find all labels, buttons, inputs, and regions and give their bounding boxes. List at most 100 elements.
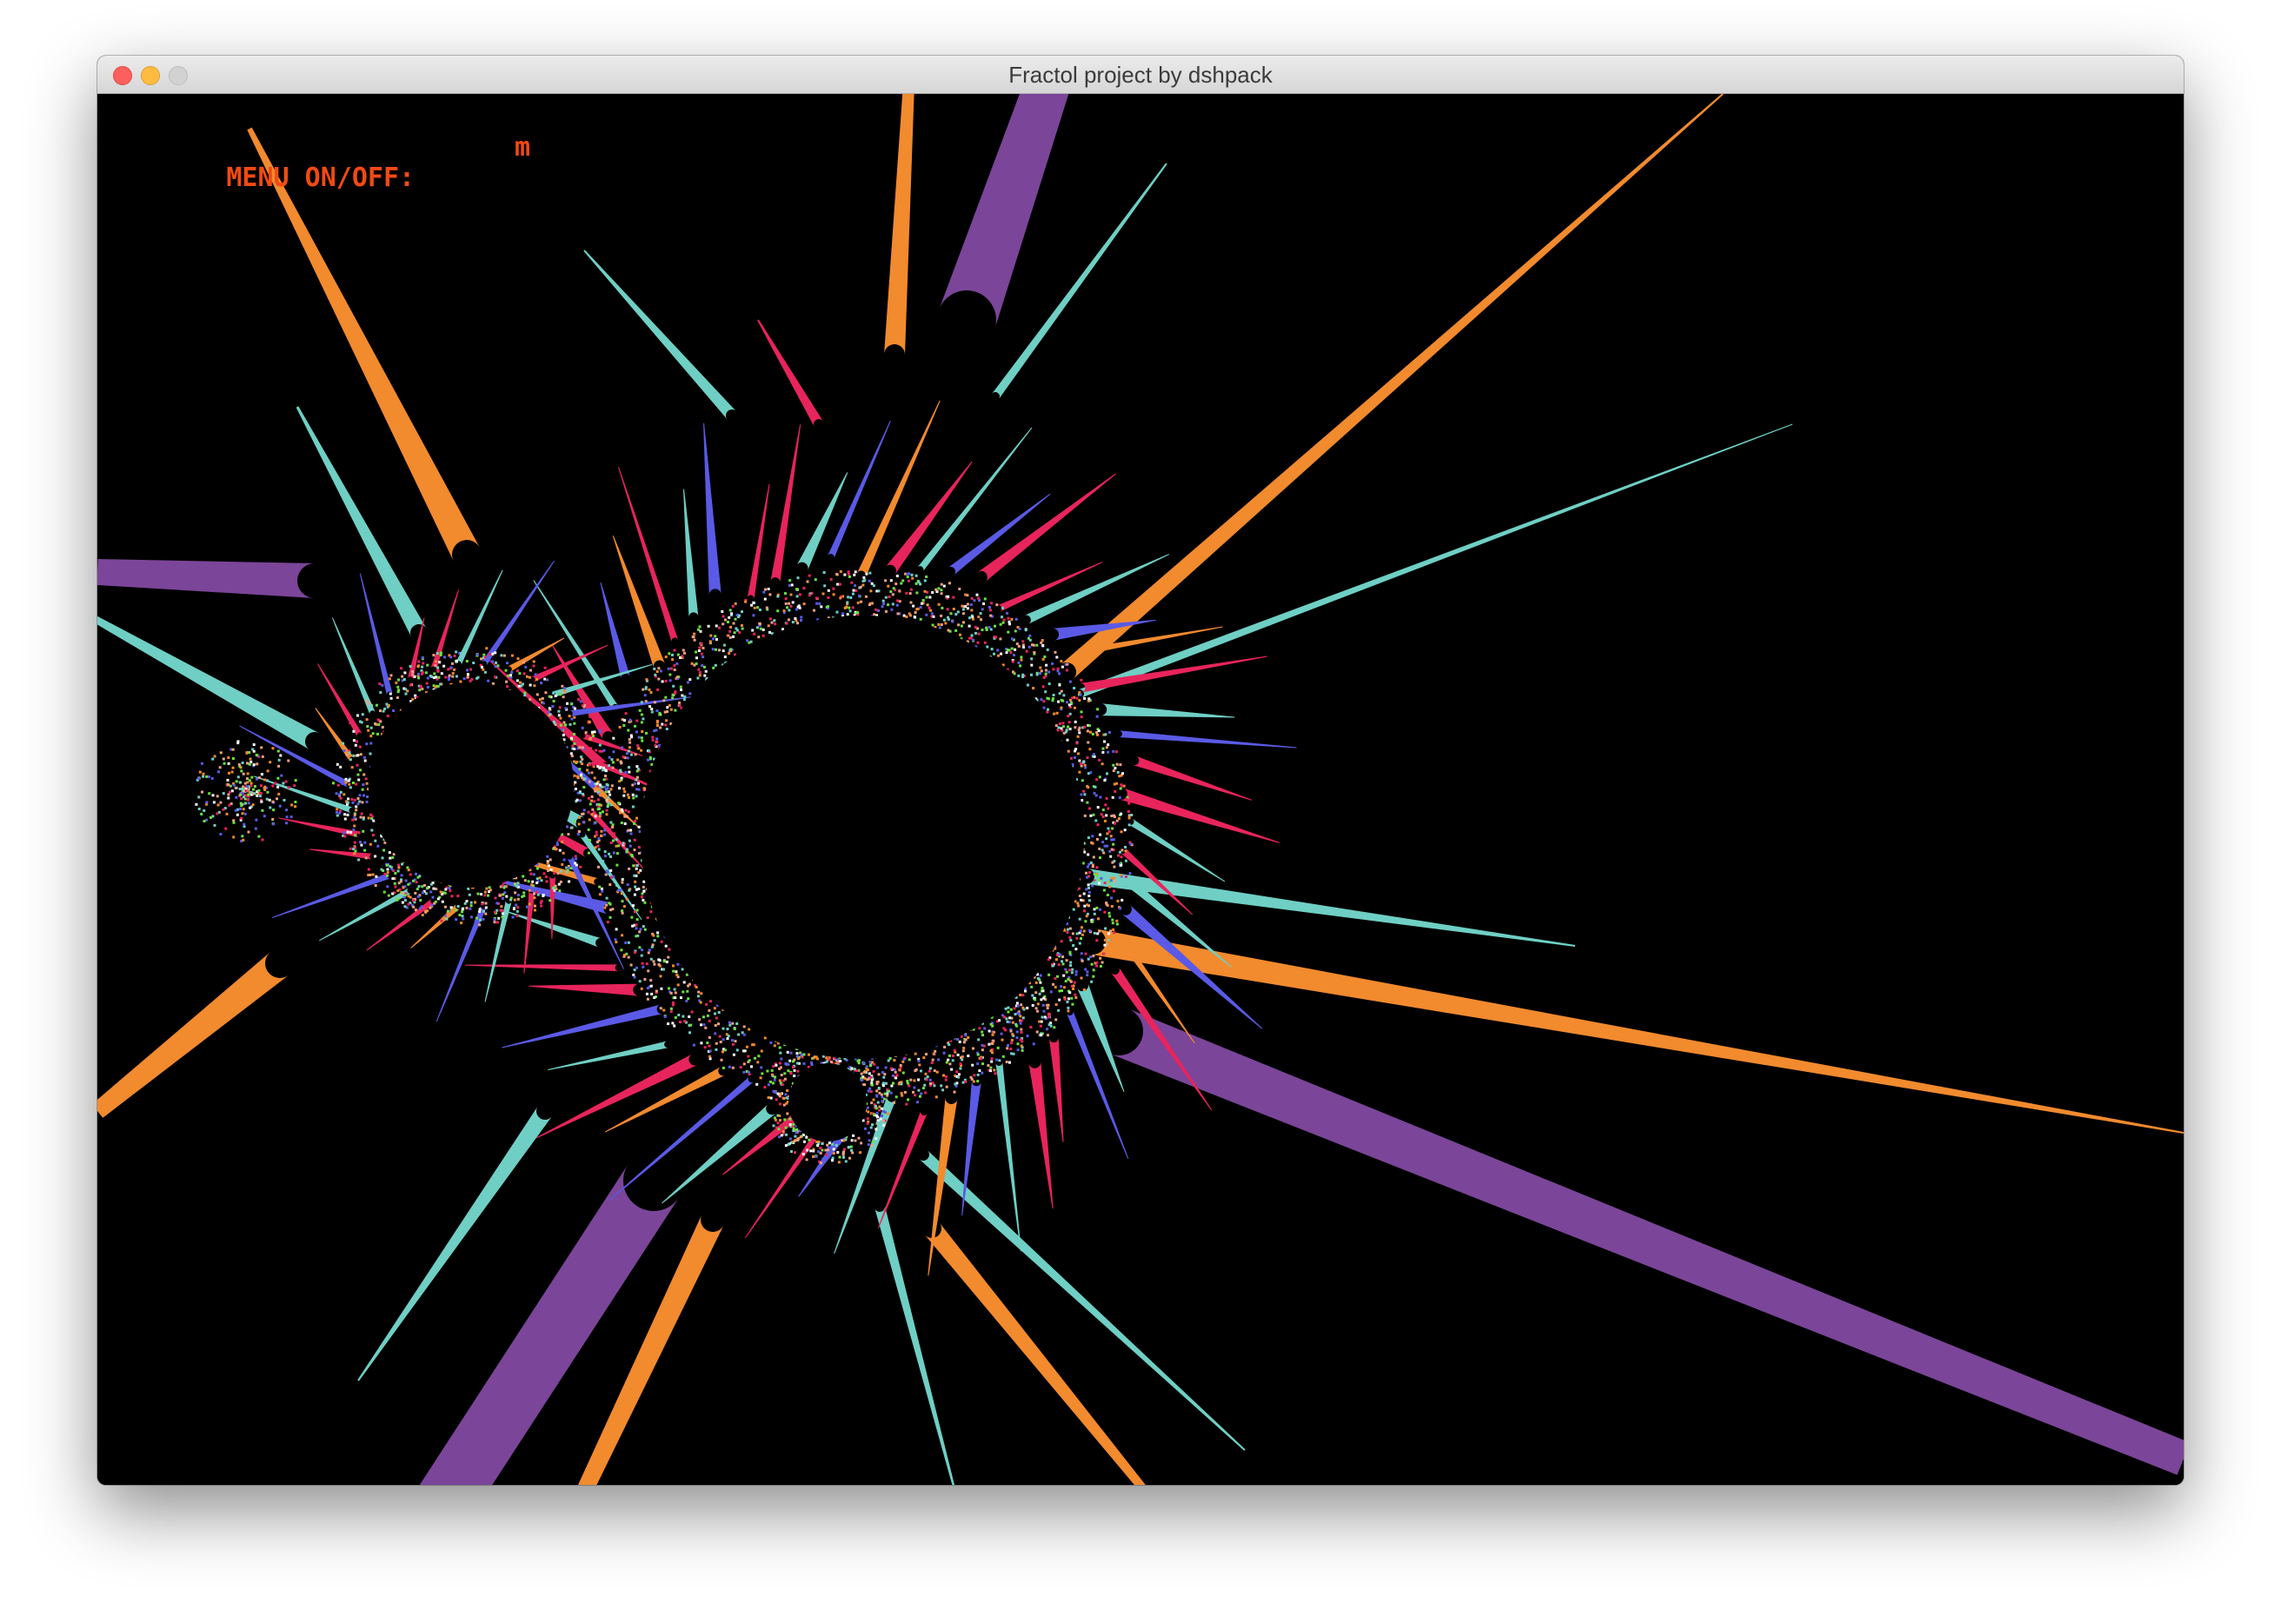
- fractal-speck: [432, 887, 436, 890]
- fractal-speck: [996, 1046, 1000, 1049]
- fractal-speck: [228, 803, 231, 807]
- fractal-speck: [530, 883, 534, 887]
- fractal-speck: [235, 795, 238, 799]
- fractal-speck: [479, 918, 482, 922]
- fractal-speck: [1013, 1007, 1016, 1010]
- fractal-speck: [621, 878, 624, 882]
- fractal-speck: [1006, 1020, 1009, 1023]
- fractal-speck: [250, 775, 254, 779]
- fractal-speck: [632, 864, 635, 868]
- fractal-speck: [790, 1150, 793, 1154]
- fractal-speck: [673, 649, 676, 652]
- fractal-speck: [614, 938, 617, 942]
- fractal-speck: [1087, 836, 1090, 840]
- fractal-speck: [1103, 943, 1107, 947]
- fractal-speck: [1075, 932, 1079, 935]
- fractal-speck: [222, 792, 225, 795]
- fractal-speck: [447, 678, 450, 681]
- fractal-canvas[interactable]: MENU ON/OFF: m: [97, 94, 2184, 1485]
- fractal-speck: [542, 872, 546, 875]
- fractal-speck: [918, 1095, 921, 1098]
- fractal-speck: [385, 863, 389, 867]
- fractal-speck: [422, 883, 426, 887]
- fractal-speck: [728, 1021, 731, 1024]
- fractal-speck: [1117, 817, 1121, 820]
- fractal-speck: [655, 670, 659, 673]
- fractal-speck: [544, 875, 548, 879]
- fractal-speck: [798, 593, 801, 596]
- fractal-speck: [1088, 928, 1092, 932]
- app-window: Fractol project by dshpack MENU ON/OFF: …: [97, 56, 2184, 1485]
- fractal-speck: [591, 763, 595, 767]
- fractal-speck: [1079, 693, 1082, 696]
- fractal-speck: [495, 661, 497, 664]
- fractal-speck: [619, 811, 622, 815]
- fractal-speck: [579, 791, 582, 795]
- fractal-speck: [439, 682, 442, 686]
- fractal-speck: [734, 617, 737, 621]
- fractal-speck: [547, 710, 550, 714]
- fractal-speck: [391, 877, 395, 881]
- fractal-speck: [647, 951, 650, 955]
- fractal-speck: [855, 589, 858, 592]
- fractal-speck: [343, 835, 347, 838]
- fractal-speck: [1117, 854, 1121, 857]
- fractal-speck: [883, 1110, 887, 1114]
- fractal-speck: [421, 671, 424, 674]
- fractal-speck: [722, 1038, 725, 1042]
- fractal-speck: [346, 801, 349, 804]
- fractal-speck: [561, 728, 564, 731]
- fractal-speck: [1095, 715, 1099, 718]
- fractal-speck: [928, 1069, 931, 1073]
- fractal-speck: [1085, 888, 1088, 891]
- fractal-speck: [502, 654, 506, 657]
- fractal-speck: [680, 689, 682, 691]
- fractal-speck: [1007, 630, 1010, 634]
- fractal-speck: [978, 1069, 981, 1072]
- fractal-speck: [1087, 741, 1090, 744]
- fractal-speck: [823, 584, 827, 588]
- fractal-speck: [613, 832, 615, 835]
- fractal-speck: [1124, 859, 1127, 862]
- fractal-speck: [1083, 725, 1087, 729]
- fractal-speck: [1019, 1015, 1022, 1018]
- fractal-speck: [1021, 1048, 1024, 1052]
- fractal-speck: [533, 904, 536, 908]
- fractal-speck: [1107, 807, 1110, 810]
- fractal-speck: [608, 883, 612, 886]
- fractal-speck: [881, 1095, 884, 1099]
- fractal-speck: [507, 674, 510, 677]
- fractal-speck: [598, 749, 602, 753]
- fractal-speck: [1093, 753, 1095, 756]
- fractal-speck: [401, 901, 404, 904]
- fractal-speck: [359, 841, 362, 844]
- fractal-speck: [463, 902, 467, 905]
- fractal-speck: [1080, 678, 1083, 682]
- fractal-speck: [260, 746, 263, 749]
- fractal-speck: [664, 656, 668, 659]
- fractal-speck: [579, 799, 582, 802]
- fractal-speck: [666, 710, 668, 714]
- fractal-speck: [715, 1016, 718, 1020]
- fractal-speck: [631, 924, 635, 928]
- fractal-speck: [575, 798, 579, 802]
- fractal-speck: [637, 788, 641, 791]
- fractal-speck: [865, 1065, 868, 1068]
- fractal-speck: [789, 604, 793, 608]
- fractal-speck: [972, 617, 974, 621]
- fractal-speck: [1052, 668, 1055, 671]
- fractal-speck: [535, 882, 539, 884]
- fractal-speck: [886, 1090, 889, 1094]
- fractal-speck: [981, 1048, 984, 1052]
- fractal-speck: [587, 851, 590, 855]
- fractal-speck: [625, 848, 628, 851]
- fractal-speck: [595, 830, 598, 834]
- fractal-speck: [401, 675, 404, 678]
- fractal-speck: [1014, 1013, 1017, 1016]
- fractal-speck: [854, 584, 857, 588]
- fractal-speck: [401, 891, 404, 895]
- fractal-speck: [631, 783, 635, 787]
- fractal-speck: [595, 749, 598, 752]
- fractal-speck: [480, 657, 483, 661]
- fractal-speck: [1055, 711, 1059, 715]
